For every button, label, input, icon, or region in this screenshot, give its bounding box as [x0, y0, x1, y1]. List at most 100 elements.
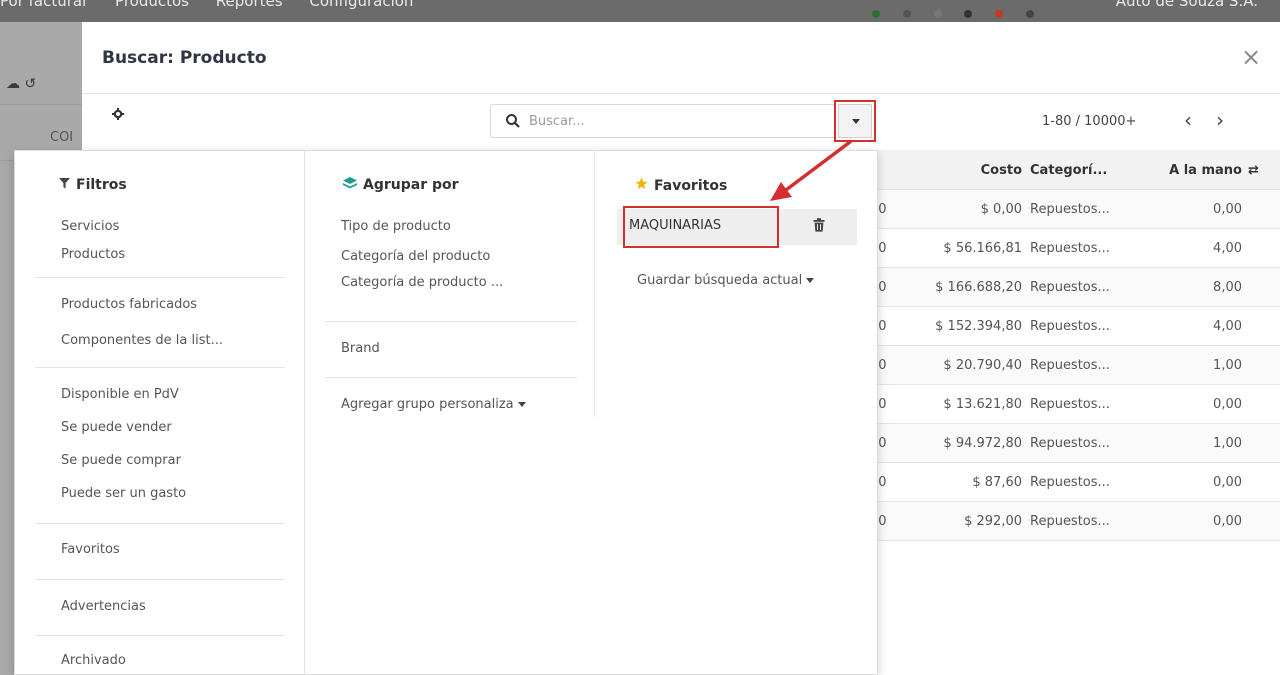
pager-value[interactable]: 1-80 / 10000+: [1042, 114, 1136, 129]
cell-cost: $ 166.688,20: [935, 280, 1022, 295]
menu-item-productos[interactable]: Productos: [115, 0, 189, 10]
save-discard-icons[interactable]: ☁ ↺: [6, 76, 36, 92]
annotation-highlight-favorite: [623, 206, 779, 248]
filter-item[interactable]: Se puede vender: [61, 420, 172, 435]
cell-category: Repuestos...: [1030, 280, 1110, 295]
cell-qty: 4,00: [1213, 241, 1242, 256]
filter-item[interactable]: Productos fabricados: [61, 297, 197, 312]
chat-icon[interactable]: [964, 10, 973, 18]
cell-qty: 0,00: [1213, 475, 1242, 490]
cell-cost: $ 20.790,40: [943, 358, 1022, 373]
pager-next-button[interactable]: ›: [1208, 108, 1232, 134]
modal-header: Buscar: Producto ×: [82, 22, 1280, 94]
modal-title: Buscar: Producto: [102, 48, 267, 68]
layers-icon: [343, 177, 357, 193]
groupby-title: Agrupar por: [363, 177, 459, 193]
search-input[interactable]: [529, 105, 829, 137]
save-current-search-toggle[interactable]: Guardar búsqueda actual: [637, 273, 815, 288]
cell-qty: 0,00: [1213, 514, 1242, 529]
cell-cost: $ 152.394,80: [935, 319, 1022, 334]
groupby-item[interactable]: Brand: [341, 341, 380, 356]
cell-cost: $ 292,00: [964, 514, 1022, 529]
favorites-heading: Favoritos: [635, 177, 727, 194]
cell-qty: 1,00: [1213, 358, 1242, 373]
add-custom-group-select[interactable]: Agregar grupo personaliza: [341, 397, 526, 412]
close-icon[interactable]: ×: [1238, 44, 1264, 70]
menu-item-por-facturar[interactable]: Por facturar: [0, 0, 88, 10]
menu-item-reportes[interactable]: Reportes: [216, 0, 283, 10]
caret-down-icon: [806, 278, 815, 283]
cell-category: Repuestos...: [1030, 319, 1110, 334]
cell-cost: $ 56.166,81: [943, 241, 1022, 256]
trash-icon[interactable]: [813, 218, 827, 234]
filter-item[interactable]: Servicios: [61, 219, 119, 234]
cell-cost: $ 87,60: [972, 475, 1022, 490]
menu-item-configuracion[interactable]: Configuración: [309, 0, 413, 10]
favorites-title: Favoritos: [654, 178, 728, 194]
annotation-highlight-toggle: [834, 100, 876, 142]
column-header-qty[interactable]: A la mano: [1158, 163, 1242, 178]
cell-qty: 1,00: [1213, 436, 1242, 451]
code-fragment: COI: [50, 130, 74, 145]
grid-icon[interactable]: [933, 10, 942, 18]
search-panel-dropdown: Filtros Servicios Productos Productos fa…: [14, 150, 878, 675]
groupby-column: Agrupar por Tipo de producto Categoría d…: [305, 151, 595, 417]
groupby-item[interactable]: Tipo de producto: [341, 219, 451, 234]
cell-category: Repuestos...: [1030, 514, 1110, 529]
filters-heading: Filtros: [59, 177, 127, 193]
divider: [35, 277, 285, 278]
groupby-heading: Agrupar por: [343, 177, 459, 193]
divider: [325, 321, 577, 322]
gear-icon[interactable]: [112, 108, 124, 124]
divider: [325, 377, 577, 378]
pager-previous-button[interactable]: ‹: [1176, 108, 1200, 134]
cell-category: Repuestos...: [1030, 475, 1110, 490]
status-dot-icon[interactable]: [872, 10, 880, 18]
divider: [35, 367, 285, 368]
cell-qty: 8,00: [1213, 280, 1242, 295]
filters-column: Filtros Servicios Productos Productos fa…: [15, 151, 305, 674]
column-header-category[interactable]: Categorí...: [1030, 163, 1107, 178]
star-icon: [635, 177, 648, 194]
cell-qty: 0,00: [1213, 397, 1242, 412]
cell-cost: $ 0,00: [980, 202, 1022, 217]
cell-category: Repuestos...: [1030, 202, 1110, 217]
groupby-item[interactable]: Categoría del producto: [341, 249, 490, 264]
background-topbar: Por facturar Productos Reportes Configur…: [0, 0, 1280, 22]
divider: [35, 635, 285, 636]
save-current-search-label: Guardar búsqueda actual: [637, 273, 803, 288]
tools-icon[interactable]: [1025, 10, 1034, 18]
cell-category: Repuestos...: [1030, 358, 1110, 373]
filter-icon: [59, 177, 70, 193]
filter-item[interactable]: Se puede comprar: [61, 453, 181, 468]
filter-item[interactable]: Favoritos: [61, 542, 120, 557]
column-header-cost[interactable]: Costo: [902, 163, 1022, 178]
filters-title: Filtros: [76, 177, 127, 193]
column-settings-icon[interactable]: ⇄: [1248, 163, 1259, 178]
bug-icon[interactable]: [902, 10, 911, 18]
cell-category: Repuestos...: [1030, 397, 1110, 412]
divider: [35, 523, 285, 524]
filter-item[interactable]: Puede ser un gasto: [61, 486, 186, 501]
add-custom-group-label: Agregar grupo personaliza: [341, 397, 514, 412]
filter-item[interactable]: Disponible en PdV: [61, 387, 179, 402]
background-menu: Por facturar Productos Reportes Configur…: [0, 0, 435, 10]
filter-item[interactable]: Productos: [61, 247, 125, 262]
divider: [35, 579, 285, 580]
activity-icon[interactable]: [995, 10, 1004, 18]
groupby-item[interactable]: Categoría de producto ...: [341, 275, 503, 290]
cell-qty: 0,00: [1213, 202, 1242, 217]
control-row: 1-80 / 10000+ ‹ ›: [82, 94, 1280, 150]
cell-qty: 4,00: [1213, 319, 1242, 334]
company-name[interactable]: Auto de Souza S.A.: [1116, 0, 1258, 10]
cell-cost: $ 13.621,80: [943, 397, 1022, 412]
systray-icons: [872, 4, 1052, 22]
search-box: [490, 104, 836, 138]
search-icon: [505, 113, 521, 129]
filter-item[interactable]: Componentes de la list...: [61, 333, 223, 348]
caret-down-icon: [517, 402, 526, 407]
divider: [0, 104, 82, 105]
filter-item[interactable]: Advertencias: [61, 599, 146, 614]
filter-item[interactable]: Archivado: [61, 653, 126, 668]
cell-category: Repuestos...: [1030, 241, 1110, 256]
